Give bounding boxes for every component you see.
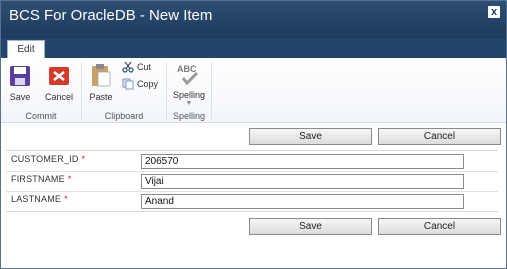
top-save-button[interactable]: Save (249, 128, 372, 145)
spelling-button[interactable]: ABC Spelling ▼ (169, 62, 209, 107)
spelling-group-label: Spelling (172, 111, 206, 121)
save-label: Save (9, 92, 31, 102)
bottom-save-button[interactable]: Save (249, 218, 372, 235)
lastname-field[interactable]: Anand (141, 194, 464, 209)
form-row-firstname: FIRSTNAME * Vijai (6, 171, 498, 190)
cut-label: Cut (137, 62, 152, 72)
clipboard-group-label: Clipboard (104, 111, 144, 121)
clipboard-group: Paste Cut Copy Clipboard (82, 58, 166, 122)
cancel-label: Cancel (44, 92, 73, 102)
copy-button[interactable]: Copy (122, 78, 158, 90)
copy-icon (122, 78, 134, 90)
tab-edit[interactable]: Edit (7, 40, 45, 59)
required-marker: * (81, 154, 86, 164)
commit-group-label: Commit (25, 111, 57, 121)
spelling-group: ABC Spelling ▼ Spelling (167, 58, 211, 122)
field-label: CUSTOMER_ID * (11, 154, 86, 164)
required-marker: * (67, 174, 72, 184)
top-cancel-button[interactable]: Cancel (378, 128, 501, 145)
item-form: CUSTOMER_ID * 206570 FIRSTNAME * Vijai LAS… (6, 150, 498, 212)
firstname-field[interactable]: Vijai (141, 174, 464, 189)
form-row-lastname: LASTNAME * Anand (6, 191, 498, 210)
commit-group: Save Cancel Commit (1, 58, 81, 122)
bottom-cancel-button[interactable]: Cancel (378, 218, 501, 235)
spelling-icon-text: ABC (177, 64, 197, 74)
save-icon (10, 66, 30, 86)
ribbon-tab-strip: Edit (1, 38, 506, 59)
required-marker: * (64, 194, 68, 204)
ribbon-separator (211, 62, 212, 120)
ribbon-cancel-button[interactable]: Cancel (41, 64, 77, 102)
customer-id-field[interactable]: 206570 (141, 154, 464, 169)
close-button[interactable]: x (488, 6, 500, 18)
cancel-icon (49, 67, 69, 85)
paste-label: Paste (89, 92, 113, 102)
form-row-customer-id: CUSTOMER_ID * 206570 (6, 151, 498, 170)
cut-button[interactable]: Cut (122, 61, 151, 73)
ribbon: Save Cancel Commit Paste Cut Copy Clipbo… (1, 58, 506, 123)
dialog-window: BCS For OracleDB - New Item x Edit Save (0, 0, 507, 269)
field-label: LASTNAME * (11, 194, 68, 204)
spelling-label: Spelling (172, 90, 206, 100)
ribbon-save-button[interactable]: Save (5, 64, 35, 102)
paste-icon (92, 64, 111, 87)
scissors-icon (122, 61, 134, 73)
spelling-check-icon: ABC (177, 64, 199, 86)
chevron-down-icon: ▼ (185, 100, 193, 107)
dialog-title: BCS For OracleDB - New Item (9, 7, 213, 24)
paste-button[interactable]: Paste (86, 62, 116, 102)
title-bar: BCS For OracleDB - New Item x (1, 1, 506, 38)
field-label: FIRSTNAME * (11, 174, 72, 184)
copy-label: Copy (137, 79, 159, 89)
